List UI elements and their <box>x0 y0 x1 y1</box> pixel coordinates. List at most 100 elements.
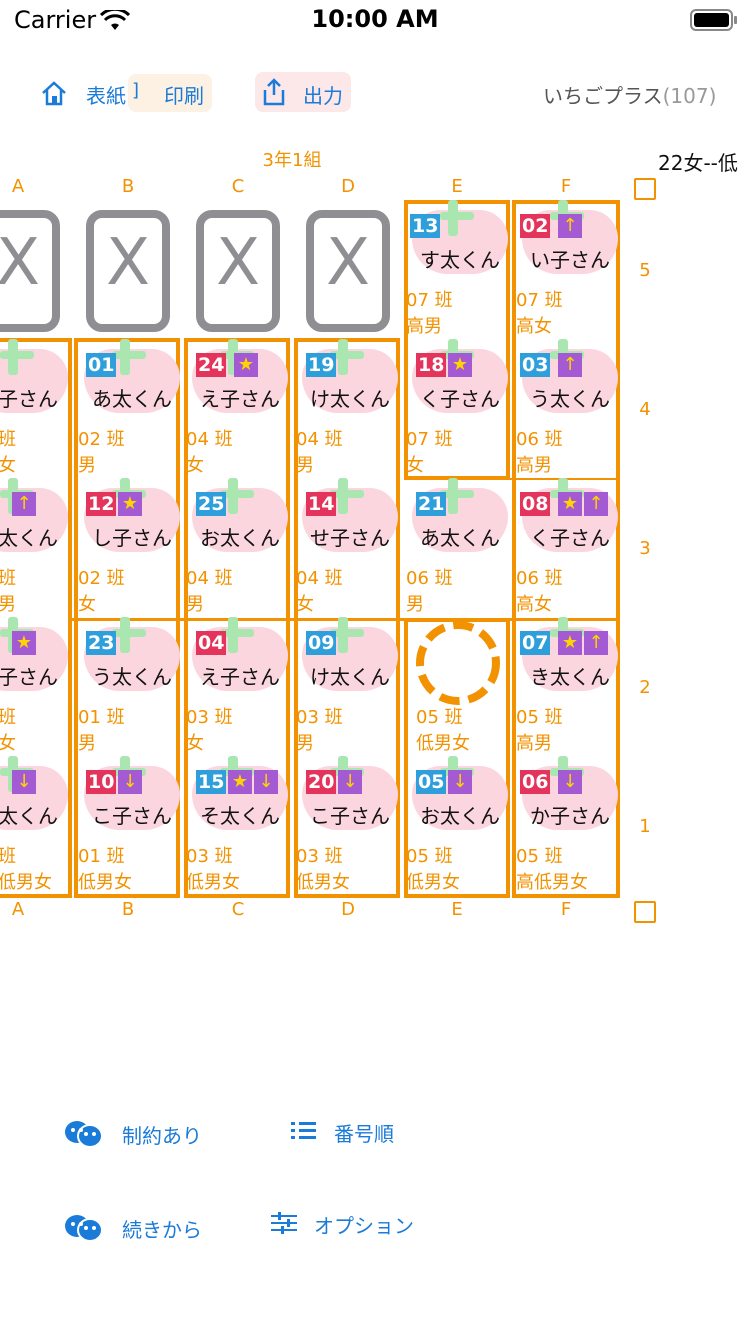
row-label-3: 3 <box>639 538 651 559</box>
col-label-e-bottom: E <box>451 899 463 920</box>
seat-f3[interactable]: 08 ★ ↑ く子さん 06 班 高女 <box>516 478 620 617</box>
number-order-button[interactable]: 番号順 <box>290 1114 420 1150</box>
team-label: 02 班 <box>78 429 125 450</box>
seat-e4[interactable]: 18 ★ く子さん 07 班 女 <box>406 339 510 478</box>
team-label: 05 班 <box>516 707 563 728</box>
attr-label: 男 <box>78 455 96 476</box>
student-name: き太くん <box>530 665 610 689</box>
select-all-checkbox-top[interactable] <box>634 178 656 200</box>
seat-f4[interactable]: 03 ↑ う太くん 06 班 高男 <box>516 339 620 478</box>
attr-label: 低男女 <box>406 872 460 893</box>
team-label: 04 班 <box>296 429 343 450</box>
seat-number: 01 <box>86 353 117 377</box>
team-label: 05 班 <box>416 707 463 728</box>
seat-e2-empty[interactable]: 05 班 低男女 <box>406 617 510 756</box>
seat-number: 23 <box>86 631 117 655</box>
down-arrow-icon: ↓ <box>254 770 278 794</box>
constraint-label: 制約あり <box>122 1124 202 1148</box>
student-name: す太くん <box>420 248 500 272</box>
attr-label: 女 <box>186 455 204 476</box>
seat-b3[interactable]: 12 ★ し子さん 02 班 女 <box>78 478 182 617</box>
seat-a1[interactable]: ↓ 太くん 班 低男女 <box>0 756 72 895</box>
attr-label: 男 <box>406 594 424 615</box>
seat-summary: 22女--低 <box>658 151 738 175</box>
star-icon: ★ <box>228 770 252 794</box>
seat-number: 24 <box>196 353 227 377</box>
col-label-d-bottom: D <box>341 899 355 920</box>
select-all-checkbox-bottom[interactable] <box>634 901 656 923</box>
student-name: う太くん <box>530 387 610 411</box>
seat-number: 04 <box>196 631 227 655</box>
seat-d3[interactable]: 14 せ子さん 04 班 女 <box>296 478 400 617</box>
seat-d1[interactable]: 20 ↓ こ子さん 03 班 低男女 <box>296 756 400 895</box>
seat-e5[interactable]: 13 す太くん 07 班 高男 <box>406 200 514 339</box>
seat-b1[interactable]: 10 ↓ こ子さん 01 班 低男女 <box>78 756 182 895</box>
app-title-text: いちごプラス <box>543 84 663 108</box>
seat-d4[interactable]: 19 け太くん 04 班 男 <box>296 339 400 478</box>
student-name: こ子さん <box>310 804 390 828</box>
up-arrow-icon: ↑ <box>584 631 608 655</box>
seat-b2[interactable]: 23 う太くん 01 班 男 <box>78 617 182 756</box>
x-mark: X <box>0 226 40 300</box>
attr-label: 男 <box>186 594 204 615</box>
share-icon <box>263 78 285 106</box>
number-order-label: 番号順 <box>334 1122 394 1146</box>
seat-b4[interactable]: 01 あ太くん 02 班 男 <box>78 339 182 478</box>
attr-label: 高女 <box>516 594 552 615</box>
team-label: 02 班 <box>78 568 125 589</box>
star-icon: ★ <box>558 492 582 516</box>
seat-c3[interactable]: 25 お太くん 04 班 男 <box>186 478 290 617</box>
seat-c1[interactable]: 15 ★ ↓ そ太くん 03 班 低男女 <box>186 756 290 895</box>
constraint-button[interactable]: 制約あり <box>64 1116 214 1152</box>
student-name: 太くん <box>0 526 58 550</box>
seat-a3[interactable]: ↑ 太くん 班 男 <box>0 478 72 617</box>
seat-d2[interactable]: 09 け太くん 03 班 男 <box>296 617 400 756</box>
seat-f2[interactable]: 07 ★ ↑ き太くん 05 班 高男 <box>516 617 620 756</box>
seat-c2[interactable]: 04 え子さん 03 班 女 <box>186 617 290 756</box>
team-label: 班 <box>0 707 16 728</box>
seat-f1[interactable]: 06 ↓ か子さん 05 班 高低男女 <box>516 756 620 895</box>
team-label: 03 班 <box>186 707 233 728</box>
disabled-seat-c5[interactable]: X <box>196 210 280 332</box>
disabled-seat-d5[interactable]: X <box>306 210 390 332</box>
seat-number: 14 <box>306 492 337 516</box>
attr-label: 高男 <box>406 316 442 337</box>
home-icon <box>42 81 66 106</box>
print-button[interactable]: ] 印刷 <box>128 74 212 112</box>
theater-masks-icon <box>65 1215 103 1242</box>
down-arrow-icon: ↓ <box>448 770 472 794</box>
disabled-seat-b5[interactable]: X <box>86 210 170 332</box>
seat-number: 10 <box>86 770 117 794</box>
team-label: 06 班 <box>516 568 563 589</box>
export-button[interactable]: 出力 <box>255 72 351 112</box>
seat-c4[interactable]: 24 ★ え子さん 04 班 女 <box>186 339 290 478</box>
col-label-d: D <box>341 176 355 197</box>
seat-a2[interactable]: 6 ★ 子さん 班 女 <box>0 617 72 756</box>
col-label-c-bottom: C <box>231 899 245 920</box>
student-name: く子さん <box>530 526 610 550</box>
theater-masks-icon <box>65 1121 103 1148</box>
col-label-e: E <box>451 176 463 197</box>
print-icon: ] <box>132 80 140 101</box>
team-label: 05 班 <box>516 846 563 867</box>
student-name: 子さん <box>0 387 58 411</box>
seat-a4[interactable]: 6 子さん 班 女 <box>0 339 72 478</box>
seat-number: 25 <box>196 492 227 516</box>
seat-number: 05 <box>416 770 447 794</box>
disabled-seat-a5[interactable]: X <box>0 210 60 332</box>
attr-label: 高男 <box>516 455 552 476</box>
continue-button[interactable]: 続きから <box>64 1210 214 1246</box>
seat-e1[interactable]: 05 ↓ お太くん 05 班 低男女 <box>406 756 510 895</box>
seat-number: 21 <box>416 492 447 516</box>
seat-f5[interactable]: 02 ↑ い子さん 07 班 高女 <box>516 200 620 339</box>
star-icon: ★ <box>558 631 582 655</box>
cover-button[interactable]: 表紙 <box>38 76 128 110</box>
team-label: 01 班 <box>78 707 125 728</box>
up-arrow-icon: ↑ <box>558 353 582 377</box>
options-button[interactable]: オプション <box>270 1206 430 1242</box>
attr-label: 女 <box>0 733 16 754</box>
attr-label: 高男 <box>516 733 552 754</box>
attr-label: 男 <box>296 455 314 476</box>
seat-e3[interactable]: 21 あ太くん 06 班 男 <box>406 478 510 617</box>
up-arrow-icon: ↑ <box>558 214 582 238</box>
